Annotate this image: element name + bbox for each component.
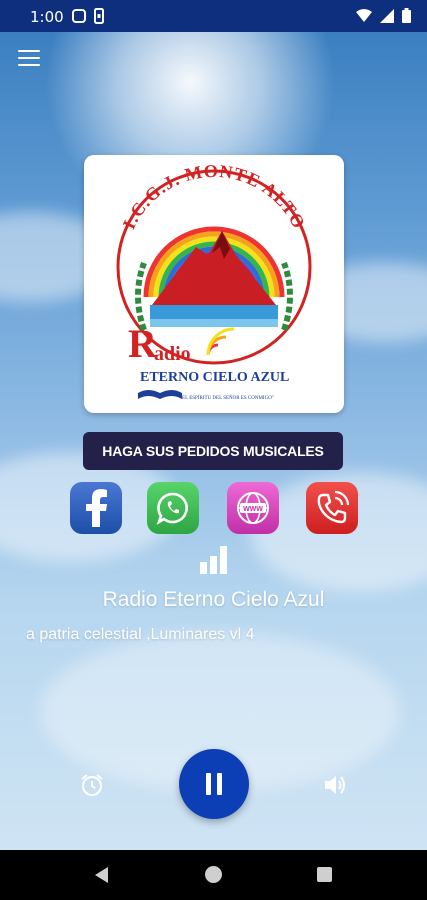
- logo-subtitle: ETERNO CIELO AZUL: [140, 370, 289, 385]
- status-icons: [356, 8, 411, 23]
- system-nav-bar: [0, 850, 427, 900]
- equalizer-icon: [200, 546, 227, 574]
- status-time: 1:00: [30, 8, 64, 26]
- logo-arc-text: I.C.G.J. MONTE ALTO: [119, 161, 309, 232]
- station-logo: I.C.G.J. MONTE ALTO R adio ETERNO CIELO …: [116, 161, 312, 401]
- facebook-icon: [86, 489, 107, 527]
- menu-icon[interactable]: [18, 50, 40, 66]
- facebook-button[interactable]: [70, 482, 122, 534]
- website-button[interactable]: WWW: [227, 482, 279, 534]
- home-icon[interactable]: [205, 866, 222, 883]
- back-icon[interactable]: [93, 866, 111, 884]
- station-name: Radio Eterno Cielo Azul: [102, 588, 325, 611]
- signal-icon: [380, 8, 394, 23]
- status-bar: 1:00: [0, 0, 427, 32]
- pause-icon: [217, 773, 222, 795]
- music-request-button[interactable]: HAGA SUS PEDIDOS MUSICALES: [83, 432, 343, 470]
- website-label: WWW: [243, 506, 263, 513]
- logo-radio-word: adio: [154, 343, 191, 365]
- wifi-icon: [356, 8, 372, 22]
- whatsapp-button[interactable]: [147, 482, 199, 534]
- sim-icon: [94, 8, 104, 24]
- pause-button[interactable]: [179, 749, 249, 819]
- whatsapp-icon: [156, 492, 188, 525]
- logo-motto: "EL ESPÍRITU DEL SEÑOR ES CONMIGO": [180, 395, 274, 401]
- website-icon: WWW: [237, 492, 269, 524]
- recent-apps-icon[interactable]: [317, 867, 332, 882]
- battery-icon: [402, 8, 411, 23]
- phone-icon: [317, 490, 350, 524]
- svg-text:I.C.G.J. MONTE ALTO: I.C.G.J. MONTE ALTO: [119, 161, 310, 232]
- pause-icon: [206, 773, 211, 795]
- volume-icon[interactable]: [322, 772, 348, 798]
- notification-icon: [72, 9, 86, 23]
- station-logo-card: I.C.G.J. MONTE ALTO R adio ETERNO CIELO …: [84, 155, 344, 413]
- alarm-icon[interactable]: [79, 772, 105, 798]
- phone-button[interactable]: [306, 482, 358, 534]
- now-playing-title: a patria celestial ,Luminares vl 4: [26, 626, 255, 643]
